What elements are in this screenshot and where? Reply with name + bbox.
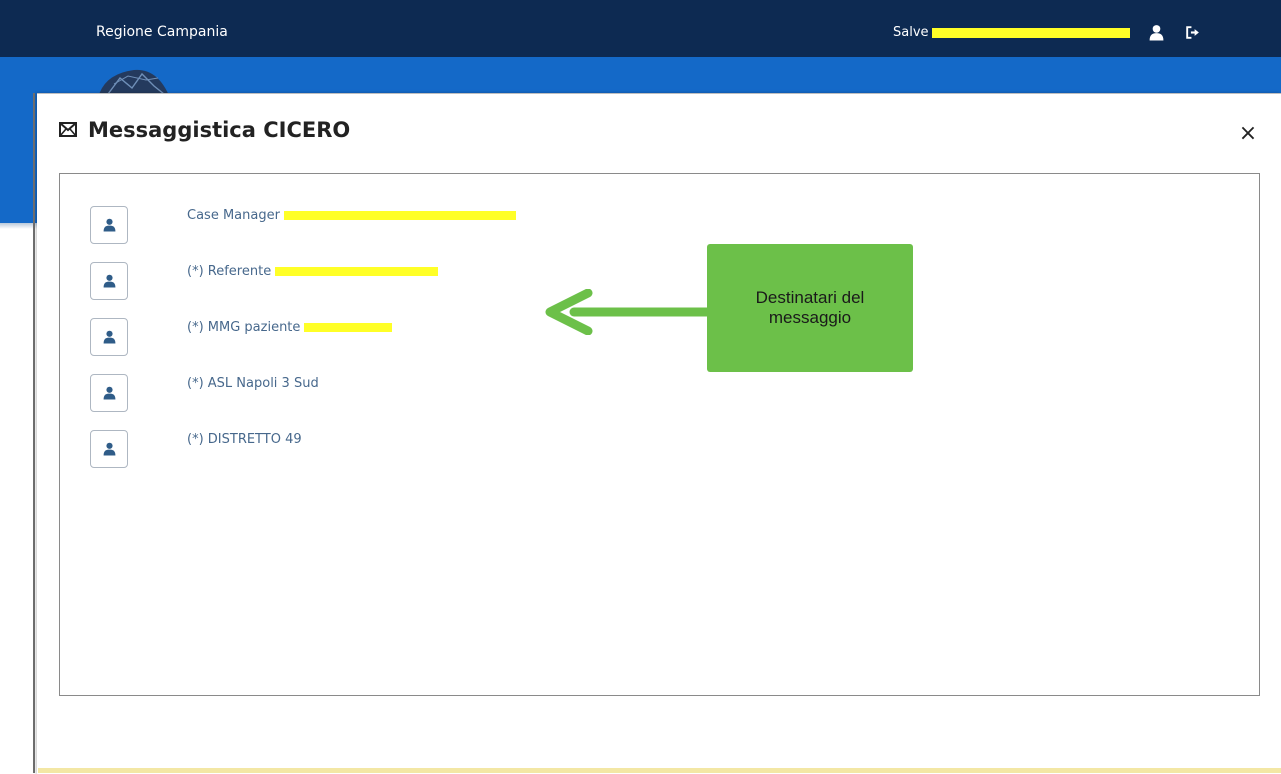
user-icon: [103, 442, 116, 456]
recipients-panel: Case Manager (*) Referente (*) MMG pazie…: [59, 173, 1260, 696]
recipient-select-button[interactable]: [90, 318, 128, 356]
recipient-row: (*) MMG paziente: [90, 318, 570, 358]
recipient-select-button[interactable]: [90, 430, 128, 468]
user-icon: [103, 218, 116, 232]
recipient-row: (*) DISTRETTO 49: [90, 430, 570, 470]
annotation-callout: Destinatari del messaggio: [707, 244, 913, 372]
recipient-label: (*) MMG paziente: [187, 320, 301, 335]
recipient-row: Case Manager: [90, 206, 570, 246]
recipient-select-button[interactable]: [90, 262, 128, 300]
recipient-link[interactable]: (*) DISTRETTO 49: [187, 432, 302, 447]
redacted-name: [283, 211, 516, 220]
page-edge: [33, 93, 35, 773]
recipient-row: (*) ASL Napoli 3 Sud: [90, 374, 570, 414]
top-navbar: Regione Campania Salve: [0, 0, 1281, 57]
user-icon[interactable]: [1148, 24, 1165, 41]
recipient-select-button[interactable]: [90, 374, 128, 412]
user-greeting: Salve: [893, 24, 1130, 40]
modal-header: Messaggistica CICERO ×: [37, 94, 1281, 174]
close-button[interactable]: ×: [1236, 122, 1260, 146]
recipient-label: (*) Referente: [187, 264, 272, 279]
recipient-link[interactable]: (*) Referente: [187, 264, 439, 279]
recipient-row: (*) Referente: [90, 262, 570, 302]
annotation-text: Destinatari del messaggio: [755, 288, 865, 327]
footer-strip: [38, 768, 1281, 773]
modal-title: Messaggistica CICERO: [88, 118, 351, 142]
recipient-label: (*) ASL Napoli 3 Sud: [187, 376, 319, 391]
region-title: Regione Campania: [96, 24, 228, 40]
user-icon: [103, 386, 116, 400]
recipient-link[interactable]: Case Manager: [187, 208, 516, 223]
recipient-label: Case Manager: [187, 208, 280, 223]
greeting-text: Salve: [893, 24, 929, 40]
recipient-label: (*) DISTRETTO 49: [187, 432, 302, 447]
recipient-link[interactable]: (*) ASL Napoli 3 Sud: [187, 376, 319, 391]
annotation-arrow: [545, 289, 709, 335]
redacted-name: [304, 323, 393, 332]
envelope-icon: [59, 122, 77, 137]
logout-icon[interactable]: [1184, 24, 1201, 41]
redacted-username: [931, 28, 1130, 38]
user-icon: [103, 274, 116, 288]
messaging-modal: Messaggistica CICERO × Case Manager (*) …: [37, 93, 1281, 774]
recipient-select-button[interactable]: [90, 206, 128, 244]
recipient-link[interactable]: (*) MMG paziente: [187, 320, 393, 335]
redacted-name: [275, 267, 439, 276]
user-icon: [103, 330, 116, 344]
